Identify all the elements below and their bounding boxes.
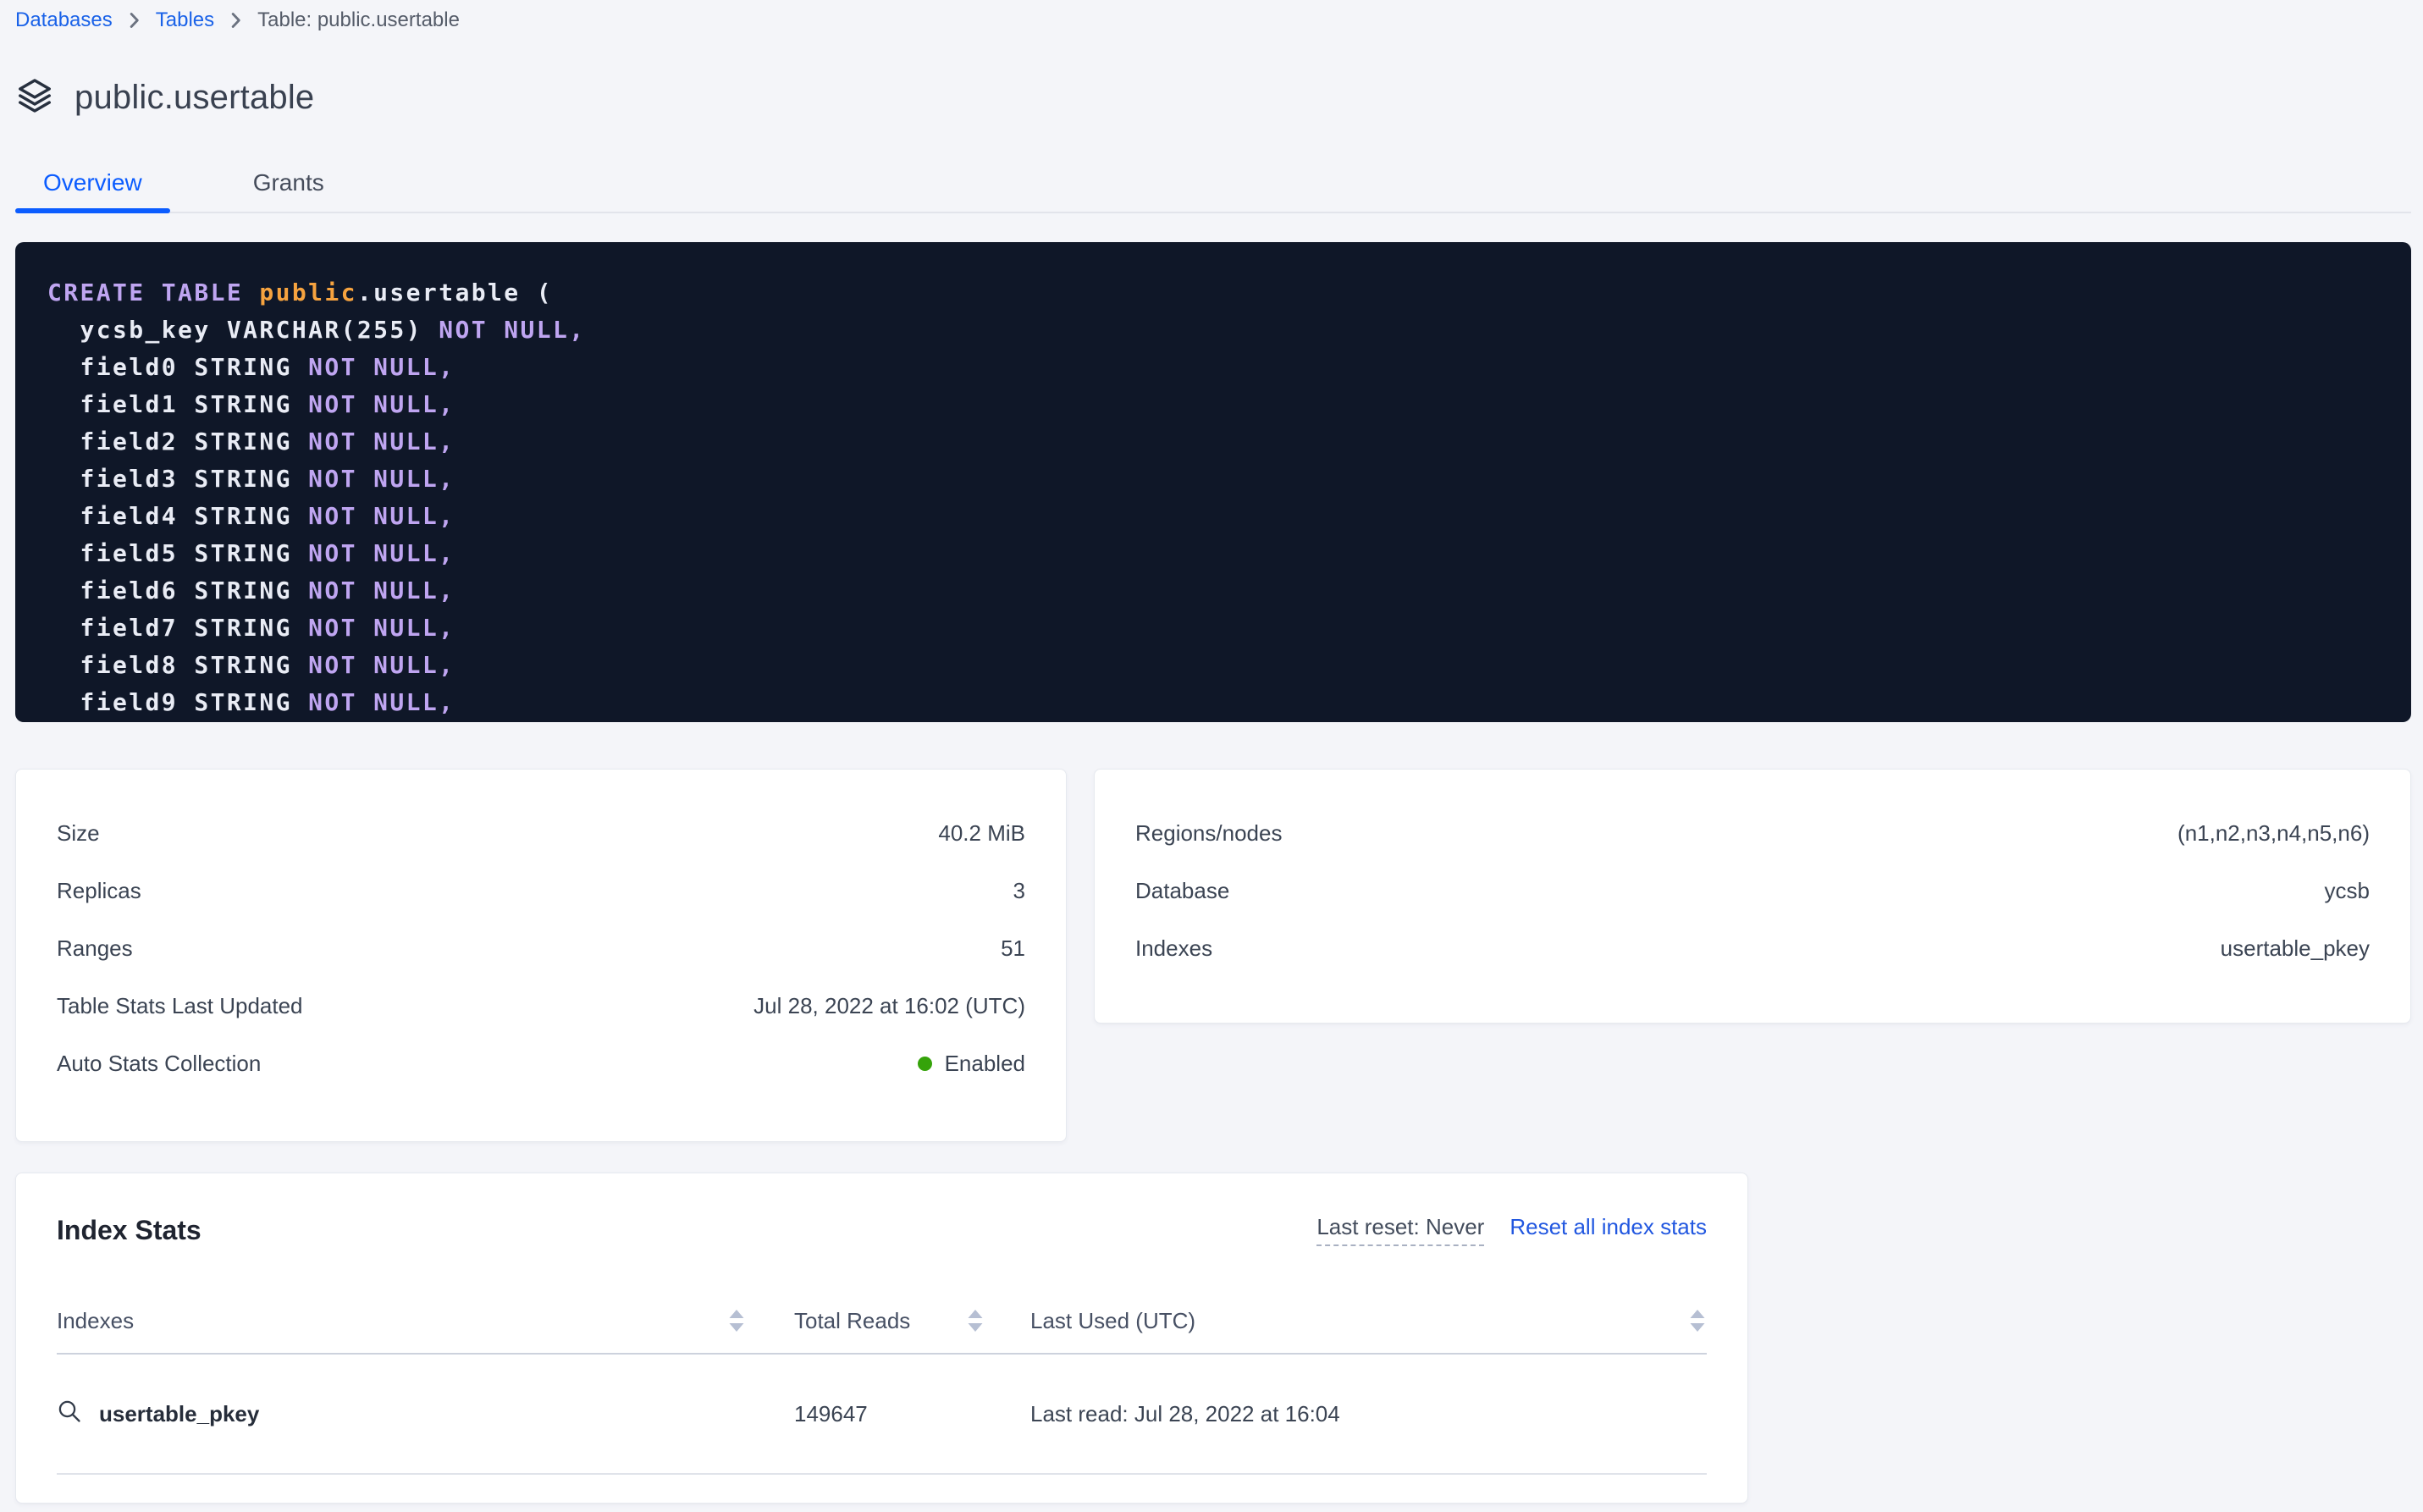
detail-row: Auto Stats Collection Enabled bbox=[57, 1035, 1025, 1092]
index-stats-card: Index Stats Last reset: Never Reset all … bbox=[15, 1173, 1748, 1504]
breadcrumb-link-databases[interactable]: Databases bbox=[15, 8, 113, 32]
table-location-card: Regions/nodes (n1,n2,n3,n4,n5,n6) Database… bbox=[1094, 769, 2411, 1024]
sql-line: field3 STRING NOT NULL, bbox=[47, 461, 2411, 498]
breadcrumb: Databases Tables Table: public.usertable bbox=[15, 8, 2411, 32]
detail-value: (n1,n2,n3,n4,n5,n6) bbox=[2177, 820, 2370, 847]
page-content: Databases Tables Table: public.usertable… bbox=[0, 0, 2423, 1504]
index-name: usertable_pkey bbox=[99, 1401, 259, 1427]
detail-row: Regions/nodes (n1,n2,n3,n4,n5,n6) bbox=[1135, 804, 2370, 862]
sql-line: field0 STRING NOT NULL, bbox=[47, 349, 2411, 386]
column-header-indexes[interactable]: Indexes bbox=[57, 1308, 746, 1334]
sql-line: ycsb_key VARCHAR(255) NOT NULL, bbox=[47, 312, 2411, 349]
sql-line: field4 STRING NOT NULL, bbox=[47, 498, 2411, 535]
page-title: public.usertable bbox=[75, 79, 314, 117]
sql-line: field2 STRING NOT NULL, bbox=[47, 423, 2411, 461]
stack-layers-icon bbox=[15, 76, 54, 119]
sql-line: field6 STRING NOT NULL, bbox=[47, 572, 2411, 610]
detail-value: usertable_pkey bbox=[2221, 935, 2370, 962]
tab-overview[interactable]: Overview bbox=[15, 169, 170, 212]
index-stats-actions: Last reset: Never Reset all index stats bbox=[1316, 1214, 1707, 1246]
column-label: Total Reads bbox=[794, 1308, 910, 1334]
total-reads-cell: 149647 bbox=[746, 1401, 985, 1427]
detail-label: Database bbox=[1135, 878, 1229, 904]
index-table-header: Indexes Total Reads Last Used (UTC) bbox=[57, 1289, 1707, 1355]
breadcrumb-link-tables[interactable]: Tables bbox=[156, 8, 214, 32]
sql-line: field1 STRING NOT NULL, bbox=[47, 386, 2411, 423]
last-reset-label[interactable]: Last reset: Never bbox=[1316, 1214, 1484, 1246]
detail-row: Indexes usertable_pkey bbox=[1135, 919, 2370, 977]
sort-arrows-icon[interactable] bbox=[1688, 1308, 1707, 1333]
index-name-cell[interactable]: usertable_pkey bbox=[57, 1399, 746, 1430]
sql-line: field8 STRING NOT NULL, bbox=[47, 647, 2411, 684]
sql-line: CREATE TABLE public.usertable ( bbox=[47, 274, 2411, 312]
detail-value: 40.2 MiB bbox=[938, 820, 1025, 847]
index-stats-title: Index Stats bbox=[57, 1215, 201, 1246]
detail-label: Regions/nodes bbox=[1135, 820, 1282, 847]
detail-row: Database ycsb bbox=[1135, 862, 2370, 919]
detail-value: Enabled bbox=[918, 1051, 1025, 1077]
reset-all-index-stats-link[interactable]: Reset all index stats bbox=[1510, 1214, 1707, 1240]
page-title-row: public.usertable bbox=[15, 78, 2411, 117]
last-used-cell: Last read: Jul 28, 2022 at 16:04 bbox=[985, 1401, 1707, 1427]
detail-row: Replicas 3 bbox=[57, 862, 1025, 919]
sort-arrows-icon[interactable] bbox=[966, 1308, 985, 1333]
detail-row: Table Stats Last Updated Jul 28, 2022 at … bbox=[57, 977, 1025, 1035]
create-table-statement: CREATE TABLE public.usertable ( ycsb_key… bbox=[15, 242, 2411, 722]
detail-row: Ranges 51 bbox=[57, 919, 1025, 977]
detail-label: Indexes bbox=[1135, 935, 1212, 962]
detail-value: 3 bbox=[1013, 878, 1025, 904]
detail-label: Size bbox=[57, 820, 100, 847]
detail-label: Replicas bbox=[57, 878, 141, 904]
tab-grants[interactable]: Grants bbox=[225, 169, 352, 212]
index-stats-header: Index Stats Last reset: Never Reset all … bbox=[57, 1173, 1707, 1246]
chevron-right-icon bbox=[229, 12, 242, 29]
detail-value: Jul 28, 2022 at 16:02 (UTC) bbox=[753, 993, 1025, 1019]
status-dot-icon bbox=[918, 1057, 932, 1071]
column-header-total-reads[interactable]: Total Reads bbox=[746, 1308, 985, 1334]
detail-value: 51 bbox=[1001, 935, 1025, 962]
detail-row: Size 40.2 MiB bbox=[57, 804, 1025, 862]
table-details-card: Size 40.2 MiB Replicas 3 Ranges 51 Table Stats… bbox=[15, 769, 1067, 1142]
column-header-last-used[interactable]: Last Used (UTC) bbox=[985, 1308, 1707, 1334]
table-row: usertable_pkey 149647 Last read: Jul 28,… bbox=[57, 1355, 1707, 1475]
detail-label: Ranges bbox=[57, 935, 133, 962]
detail-label: Auto Stats Collection bbox=[57, 1051, 261, 1077]
magnifier-icon bbox=[57, 1399, 82, 1430]
sql-line: field7 STRING NOT NULL, bbox=[47, 610, 2411, 647]
detail-label: Table Stats Last Updated bbox=[57, 993, 303, 1019]
detail-value: ycsb bbox=[2325, 878, 2370, 904]
tab-bar: Overview Grants bbox=[15, 169, 2411, 213]
detail-cards-row: Size 40.2 MiB Replicas 3 Ranges 51 Table Stats… bbox=[15, 769, 2411, 1142]
column-label: Indexes bbox=[57, 1308, 134, 1334]
sort-arrows-icon[interactable] bbox=[727, 1308, 746, 1333]
chevron-right-icon bbox=[128, 12, 141, 29]
sql-line: field5 STRING NOT NULL, bbox=[47, 535, 2411, 572]
column-label: Last Used (UTC) bbox=[1030, 1308, 1195, 1334]
breadcrumb-current: Table: public.usertable bbox=[257, 8, 460, 32]
sql-line: field9 STRING NOT NULL, bbox=[47, 684, 2411, 721]
